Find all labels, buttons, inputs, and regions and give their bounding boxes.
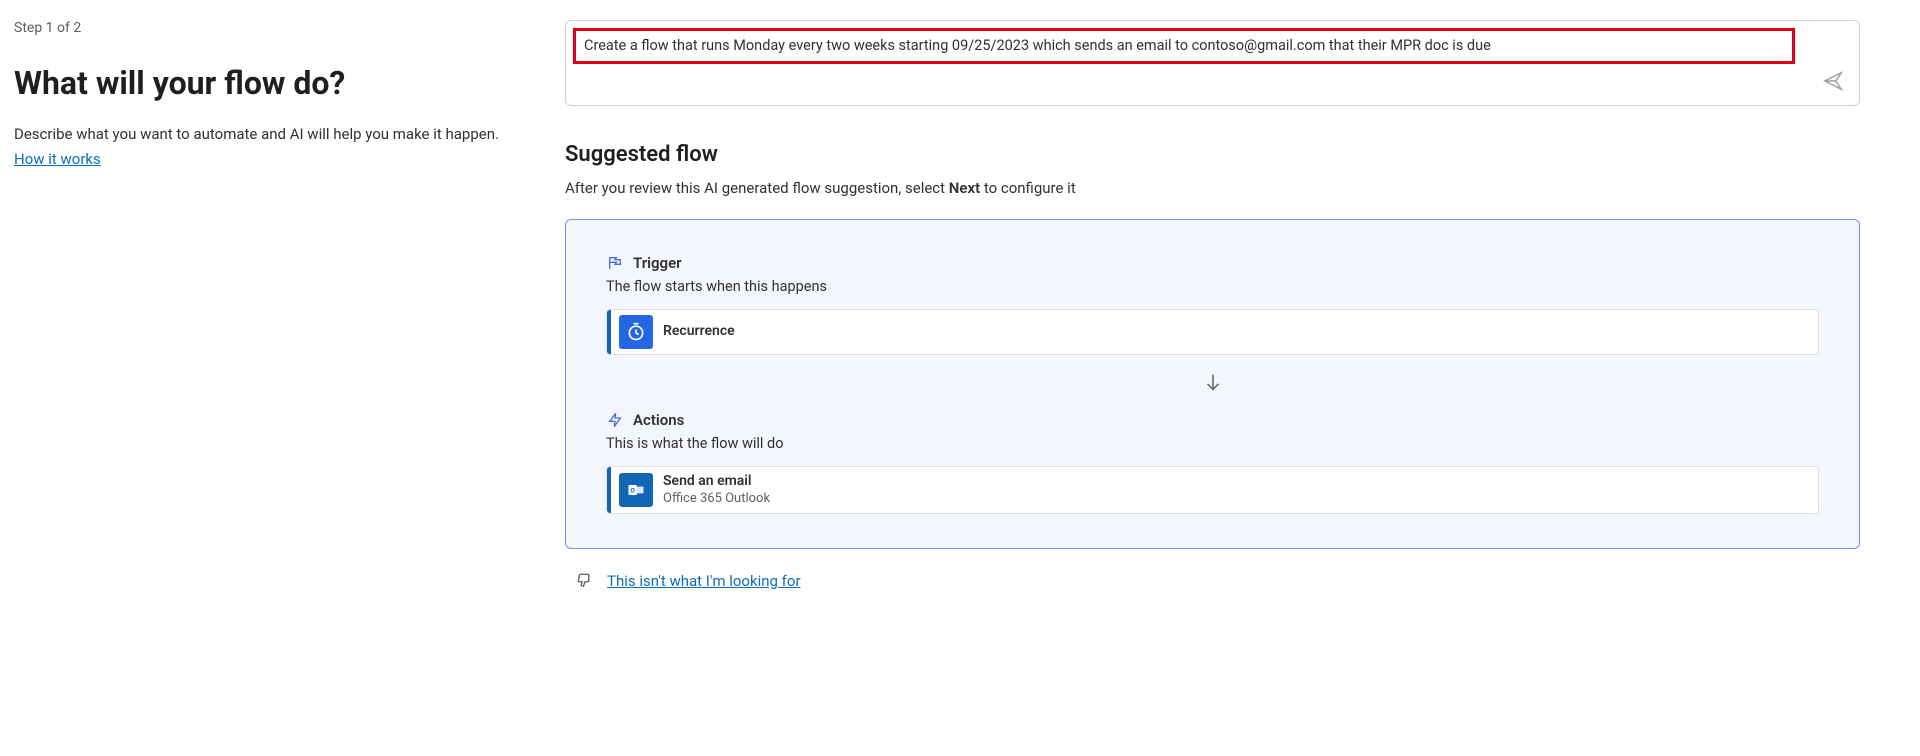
- suggested-flow-subtext: After you review this AI generated flow …: [565, 179, 1860, 197]
- prompt-input[interactable]: Create a flow that runs Monday every two…: [565, 20, 1860, 106]
- arrow-down-icon: [1202, 371, 1224, 393]
- suggested-sub-prefix: After you review this AI generated flow …: [565, 179, 949, 197]
- left-panel: Step 1 of 2 What will your flow do? Desc…: [0, 0, 535, 756]
- page-description: Describe what you want to automate and A…: [14, 124, 505, 145]
- step-accent-bar: [607, 310, 611, 354]
- action-step-subtitle: Office 365 Outlook: [663, 491, 770, 507]
- suggested-sub-suffix: to configure it: [980, 179, 1076, 197]
- step-accent-bar: [607, 467, 611, 513]
- send-icon[interactable]: [1821, 69, 1845, 93]
- outlook-icon: O: [619, 473, 653, 507]
- trigger-label: Trigger: [633, 254, 682, 272]
- trigger-step-text: Recurrence: [663, 310, 735, 354]
- trigger-description: The flow starts when this happens: [606, 278, 1819, 295]
- suggested-flow-heading: Suggested flow: [565, 142, 1860, 167]
- right-panel: Create a flow that runs Monday every two…: [535, 0, 1920, 756]
- svg-text:O: O: [630, 486, 635, 494]
- how-it-works-link[interactable]: How it works: [14, 150, 101, 168]
- thumbs-down-icon[interactable]: [575, 571, 595, 591]
- trigger-step-recurrence[interactable]: Recurrence: [606, 309, 1819, 355]
- prompt-text: Create a flow that runs Monday every two…: [580, 33, 1811, 59]
- action-step-text: Send an email Office 365 Outlook: [663, 467, 770, 513]
- page-title: What will your flow do?: [14, 64, 505, 102]
- action-step-title: Send an email: [663, 473, 770, 491]
- actions-section-header: Actions: [606, 411, 1819, 429]
- flow-arrow: [606, 371, 1819, 393]
- action-step-send-email[interactable]: O Send an email Office 365 Outlook: [606, 466, 1819, 514]
- clock-icon: [619, 315, 653, 349]
- suggested-flow-card: Trigger The flow starts when this happen…: [565, 219, 1860, 549]
- actions-description: This is what the flow will do: [606, 435, 1819, 452]
- feedback-row: This isn't what I'm looking for: [565, 571, 1860, 591]
- not-looking-for-link[interactable]: This isn't what I'm looking for: [607, 572, 801, 590]
- lightning-icon: [606, 411, 624, 429]
- prompt-box-container: Create a flow that runs Monday every two…: [565, 20, 1860, 106]
- trigger-section-header: Trigger: [606, 254, 1819, 272]
- trigger-step-title: Recurrence: [663, 323, 735, 341]
- step-indicator: Step 1 of 2: [14, 20, 505, 36]
- actions-label: Actions: [633, 411, 684, 429]
- suggested-sub-bold: Next: [949, 179, 980, 197]
- flag-icon: [606, 254, 624, 272]
